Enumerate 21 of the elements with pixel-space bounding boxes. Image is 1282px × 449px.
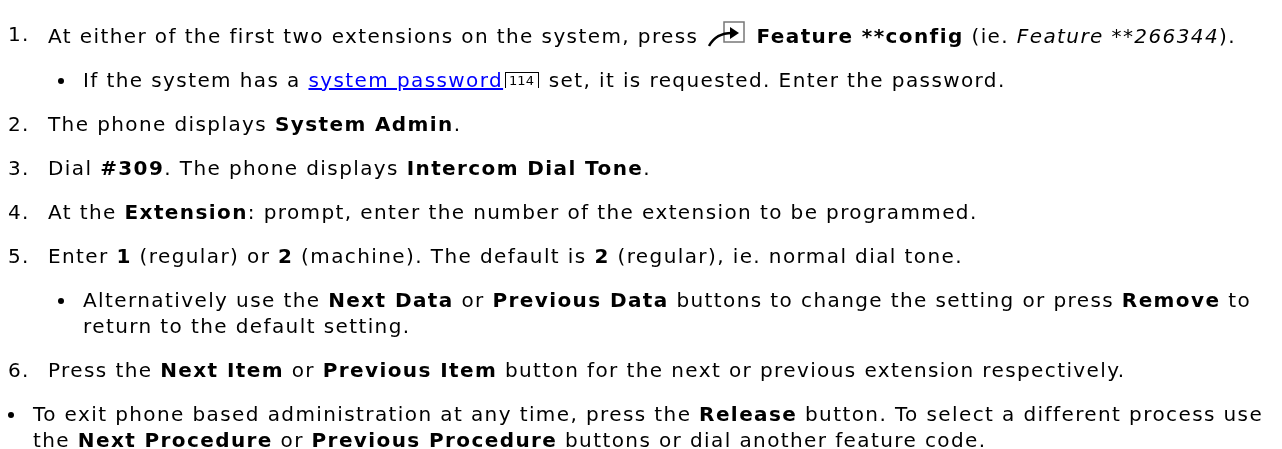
step-number: 4. <box>8 199 31 225</box>
page-reference-link[interactable]: 114 <box>505 72 539 88</box>
step-text: At the Extension: prompt, enter the number of the extension to be programmed. <box>48 199 979 225</box>
bullet-text: Alternatively use the Next Data or Previous Data buttons to change the setting or press Remove to return to the default setting. <box>83 287 1253 339</box>
step-number: 2. <box>8 111 31 137</box>
step-number: 5. <box>8 243 31 269</box>
step-text: The phone displays System Admin. <box>48 111 463 137</box>
bullet-icon <box>58 298 64 304</box>
bullet-text: If the system has a system password 114 set, it is requested. Enter the password. <box>83 67 1007 93</box>
step-text: Enter 1 (regular) or 2 (machine). The default is 2 (regular), ie. normal dial tone. <box>48 243 964 269</box>
step-text: Press the Next Item or Previous Item button for the next or previous extension respectively. <box>48 357 1127 383</box>
bullet-icon <box>8 412 14 418</box>
step-text: Dial #309. The phone displays Intercom Dial Tone. <box>48 155 652 181</box>
system-password-link[interactable]: system password <box>308 68 504 92</box>
arrow-into-box-icon <box>708 21 747 47</box>
bullet-icon <box>58 78 64 84</box>
step-text: At either of the first two extensions on the system, press Feature **config (ie. Feature **266344). <box>48 21 1278 49</box>
note-text: To exit phone based administration at any time, press the Release button. To select a different process use the Next Procedure or Previous Procedure buttons or dial another feature code. <box>33 401 1265 449</box>
step-number: 6. <box>8 357 31 383</box>
step-number: 1. <box>8 21 31 47</box>
step-number: 3. <box>8 155 31 181</box>
